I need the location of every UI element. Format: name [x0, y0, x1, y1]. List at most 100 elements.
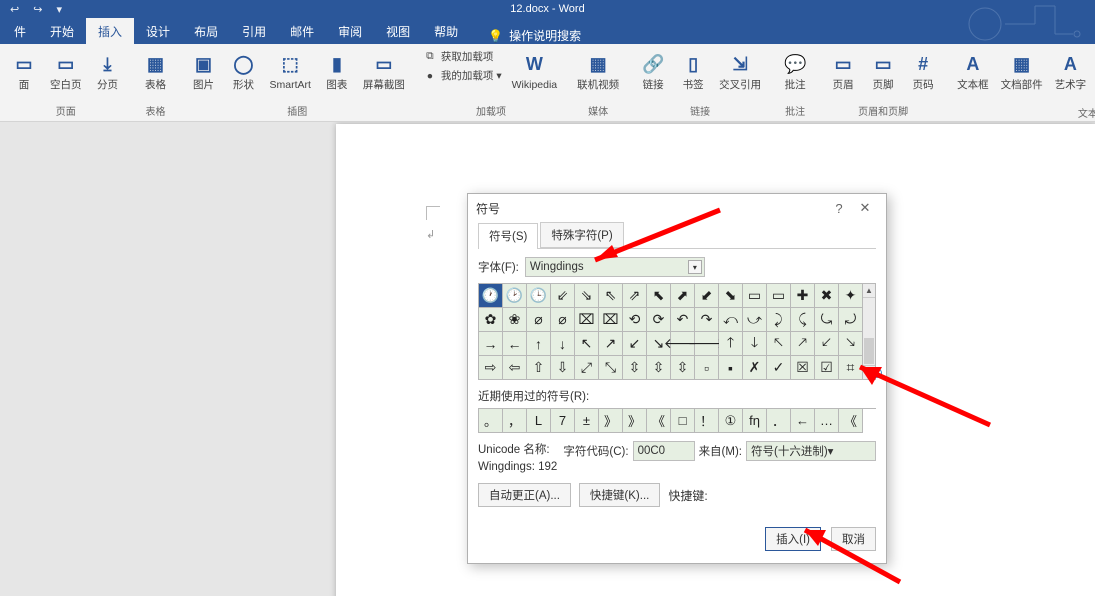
video-button[interactable]: ▦联机视频 — [573, 48, 623, 93]
symbol-cell[interactable]: ✖ — [815, 284, 839, 308]
symbol-cell[interactable]: ⤡ — [599, 356, 623, 380]
symbol-cell[interactable]: ⇖ — [599, 284, 623, 308]
close-button[interactable]: ✕ — [852, 200, 878, 216]
symbol-cell[interactable]: ⤸ — [767, 308, 791, 332]
parts-button[interactable]: ▦文档部件 — [997, 48, 1047, 93]
wordart-button[interactable]: A艺术字 — [1051, 48, 1091, 93]
symbol-cell[interactable]: 🡓 — [743, 332, 767, 356]
symbol-cell[interactable]: ⌀ — [527, 308, 551, 332]
grid-scrollbar[interactable]: ▲ ▼ — [863, 283, 876, 380]
tab-mail[interactable]: 邮件 — [278, 18, 326, 44]
symbol-cell[interactable]: ⬋ — [695, 284, 719, 308]
recent-cell[interactable]: 》 — [623, 409, 647, 433]
symbol-cell[interactable]: ⇘ — [575, 284, 599, 308]
bmk-button[interactable]: ▯书签 — [675, 48, 711, 93]
tab-file[interactable]: 件 — [2, 18, 38, 44]
symbol-cell[interactable]: ✦ — [839, 284, 863, 308]
symbol-cell[interactable]: ⤻ — [743, 308, 767, 332]
chevron-down-icon[interactable]: ▾ — [688, 260, 702, 274]
wiki-button[interactable]: WWikipedia — [508, 48, 562, 93]
tab-symbols[interactable]: 符号(S) — [478, 223, 538, 249]
symbol-cell[interactable]: 🡑 — [719, 332, 743, 356]
symbol-cell[interactable]: ↶ — [671, 308, 695, 332]
pgnum-button[interactable]: #页码 — [905, 48, 941, 93]
symbol-cell[interactable]: ⬊ — [719, 284, 743, 308]
symbol-cell[interactable]: 🕑 — [503, 284, 527, 308]
shortcut-button[interactable]: 快捷键(K)... — [579, 483, 660, 507]
my-item[interactable]: ●我的加载项 ▾ — [421, 67, 504, 84]
symbol-cell[interactable]: 🡕 — [791, 332, 815, 356]
symbol-cell[interactable]: ⤺ — [719, 308, 743, 332]
symbol-cell[interactable]: ☒ — [791, 356, 815, 380]
symbol-cell[interactable]: ↗ — [599, 332, 623, 356]
recent-cell[interactable]: 。 — [479, 409, 503, 433]
recent-cell[interactable]: 《 — [647, 409, 671, 433]
tab-special[interactable]: 特殊字符(P) — [540, 222, 623, 248]
cancel-button[interactable]: 取消 — [831, 527, 876, 551]
tab-design[interactable]: 设计 — [134, 18, 182, 44]
symbol-cell[interactable]: ⤹ — [791, 308, 815, 332]
blank-button[interactable]: ▭空白页 — [46, 48, 86, 93]
symbol-cell[interactable]: ⤿ — [815, 308, 839, 332]
tab-review[interactable]: 审阅 — [326, 18, 374, 44]
shot-button[interactable]: ▭屏幕截图 — [359, 48, 409, 93]
symbol-cell[interactable]: ⇳ — [671, 356, 695, 380]
recent-cell[interactable]: ！ — [695, 409, 719, 433]
recent-cell[interactable]: ① — [719, 409, 743, 433]
symbol-cell[interactable]: ✓ — [767, 356, 791, 380]
symbol-cell[interactable]: ✿ — [479, 308, 503, 332]
symbol-cell[interactable]: ▭ — [767, 284, 791, 308]
recent-cell[interactable]: … — [815, 409, 839, 433]
symbol-cell[interactable]: ⬉ — [647, 284, 671, 308]
symbol-cell[interactable]: ↷ — [695, 308, 719, 332]
symbol-cell[interactable]: ⤾ — [839, 308, 863, 332]
symbol-cell[interactable]: ⌀ — [551, 308, 575, 332]
footer-button[interactable]: ▭页脚 — [865, 48, 901, 93]
tab-help[interactable]: 帮助 — [422, 18, 470, 44]
tab-layout[interactable]: 布局 — [182, 18, 230, 44]
symbol-cell[interactable]: 🡖 — [839, 332, 863, 356]
symbol-cell[interactable]: 🕒 — [527, 284, 551, 308]
cover-button[interactable]: ▭面 — [6, 48, 42, 93]
symbol-cell[interactable]: 🡗 — [815, 332, 839, 356]
scroll-thumb[interactable] — [864, 338, 874, 364]
symbol-cell[interactable]: ⤢ — [575, 356, 599, 380]
txtbox-button[interactable]: A文本框 — [953, 48, 993, 93]
symbol-cell[interactable]: ⌧ — [599, 308, 623, 332]
recent-cell[interactable]: ， — [503, 409, 527, 433]
symbol-cell[interactable]: ❀ — [503, 308, 527, 332]
symbol-cell[interactable]: 🕐 — [479, 284, 503, 308]
break-button[interactable]: ⤓分页 — [90, 48, 126, 93]
header-button[interactable]: ▭页眉 — [825, 48, 861, 93]
from-combo[interactable]: 符号(十六进制) ▾ — [746, 441, 876, 461]
symbol-cell[interactable]: ☑ — [815, 356, 839, 380]
xref-button[interactable]: ⇲交叉引用 — [715, 48, 765, 93]
recent-cell[interactable]: 7 — [551, 409, 575, 433]
symbol-cell[interactable]: ⬈ — [671, 284, 695, 308]
redo-icon[interactable]: ↪ — [33, 3, 42, 16]
symbol-cell[interactable]: ✚ — [791, 284, 815, 308]
symbol-cell[interactable]: ⌧ — [575, 308, 599, 332]
symbol-cell[interactable]: 🡒 — [695, 332, 719, 356]
tell-me-search[interactable]: 💡 操作说明搜索 — [470, 27, 581, 44]
link-button[interactable]: 🔗链接 — [635, 48, 671, 93]
symbol-cell[interactable]: ▪ — [719, 356, 743, 380]
symbol-cell[interactable]: ⇳ — [623, 356, 647, 380]
pic-button[interactable]: ▣图片 — [186, 48, 222, 93]
shape-button[interactable]: ◯形状 — [226, 48, 262, 93]
symbol-cell[interactable]: ⇩ — [551, 356, 575, 380]
symbol-cell[interactable]: ⇨ — [479, 356, 503, 380]
chevron-down-icon[interactable]: ▾ — [828, 444, 834, 458]
symbol-cell[interactable]: ⇗ — [623, 284, 647, 308]
dialog-titlebar[interactable]: 符号 ? ✕ — [468, 194, 886, 222]
symbol-cell[interactable]: ↙ — [623, 332, 647, 356]
help-button[interactable]: ? — [826, 201, 852, 216]
symbol-cell[interactable]: ▫ — [695, 356, 719, 380]
font-combo[interactable]: Wingdings ▾ — [525, 257, 705, 277]
symbol-cell[interactable]: ↓ — [551, 332, 575, 356]
recent-cell[interactable]: 》 — [599, 409, 623, 433]
symbol-cell[interactable]: ↖ — [575, 332, 599, 356]
smartart-button[interactable]: ⬚SmartArt — [266, 48, 315, 93]
recent-cell[interactable]: L — [527, 409, 551, 433]
recent-cell[interactable]: 《 — [839, 409, 863, 433]
